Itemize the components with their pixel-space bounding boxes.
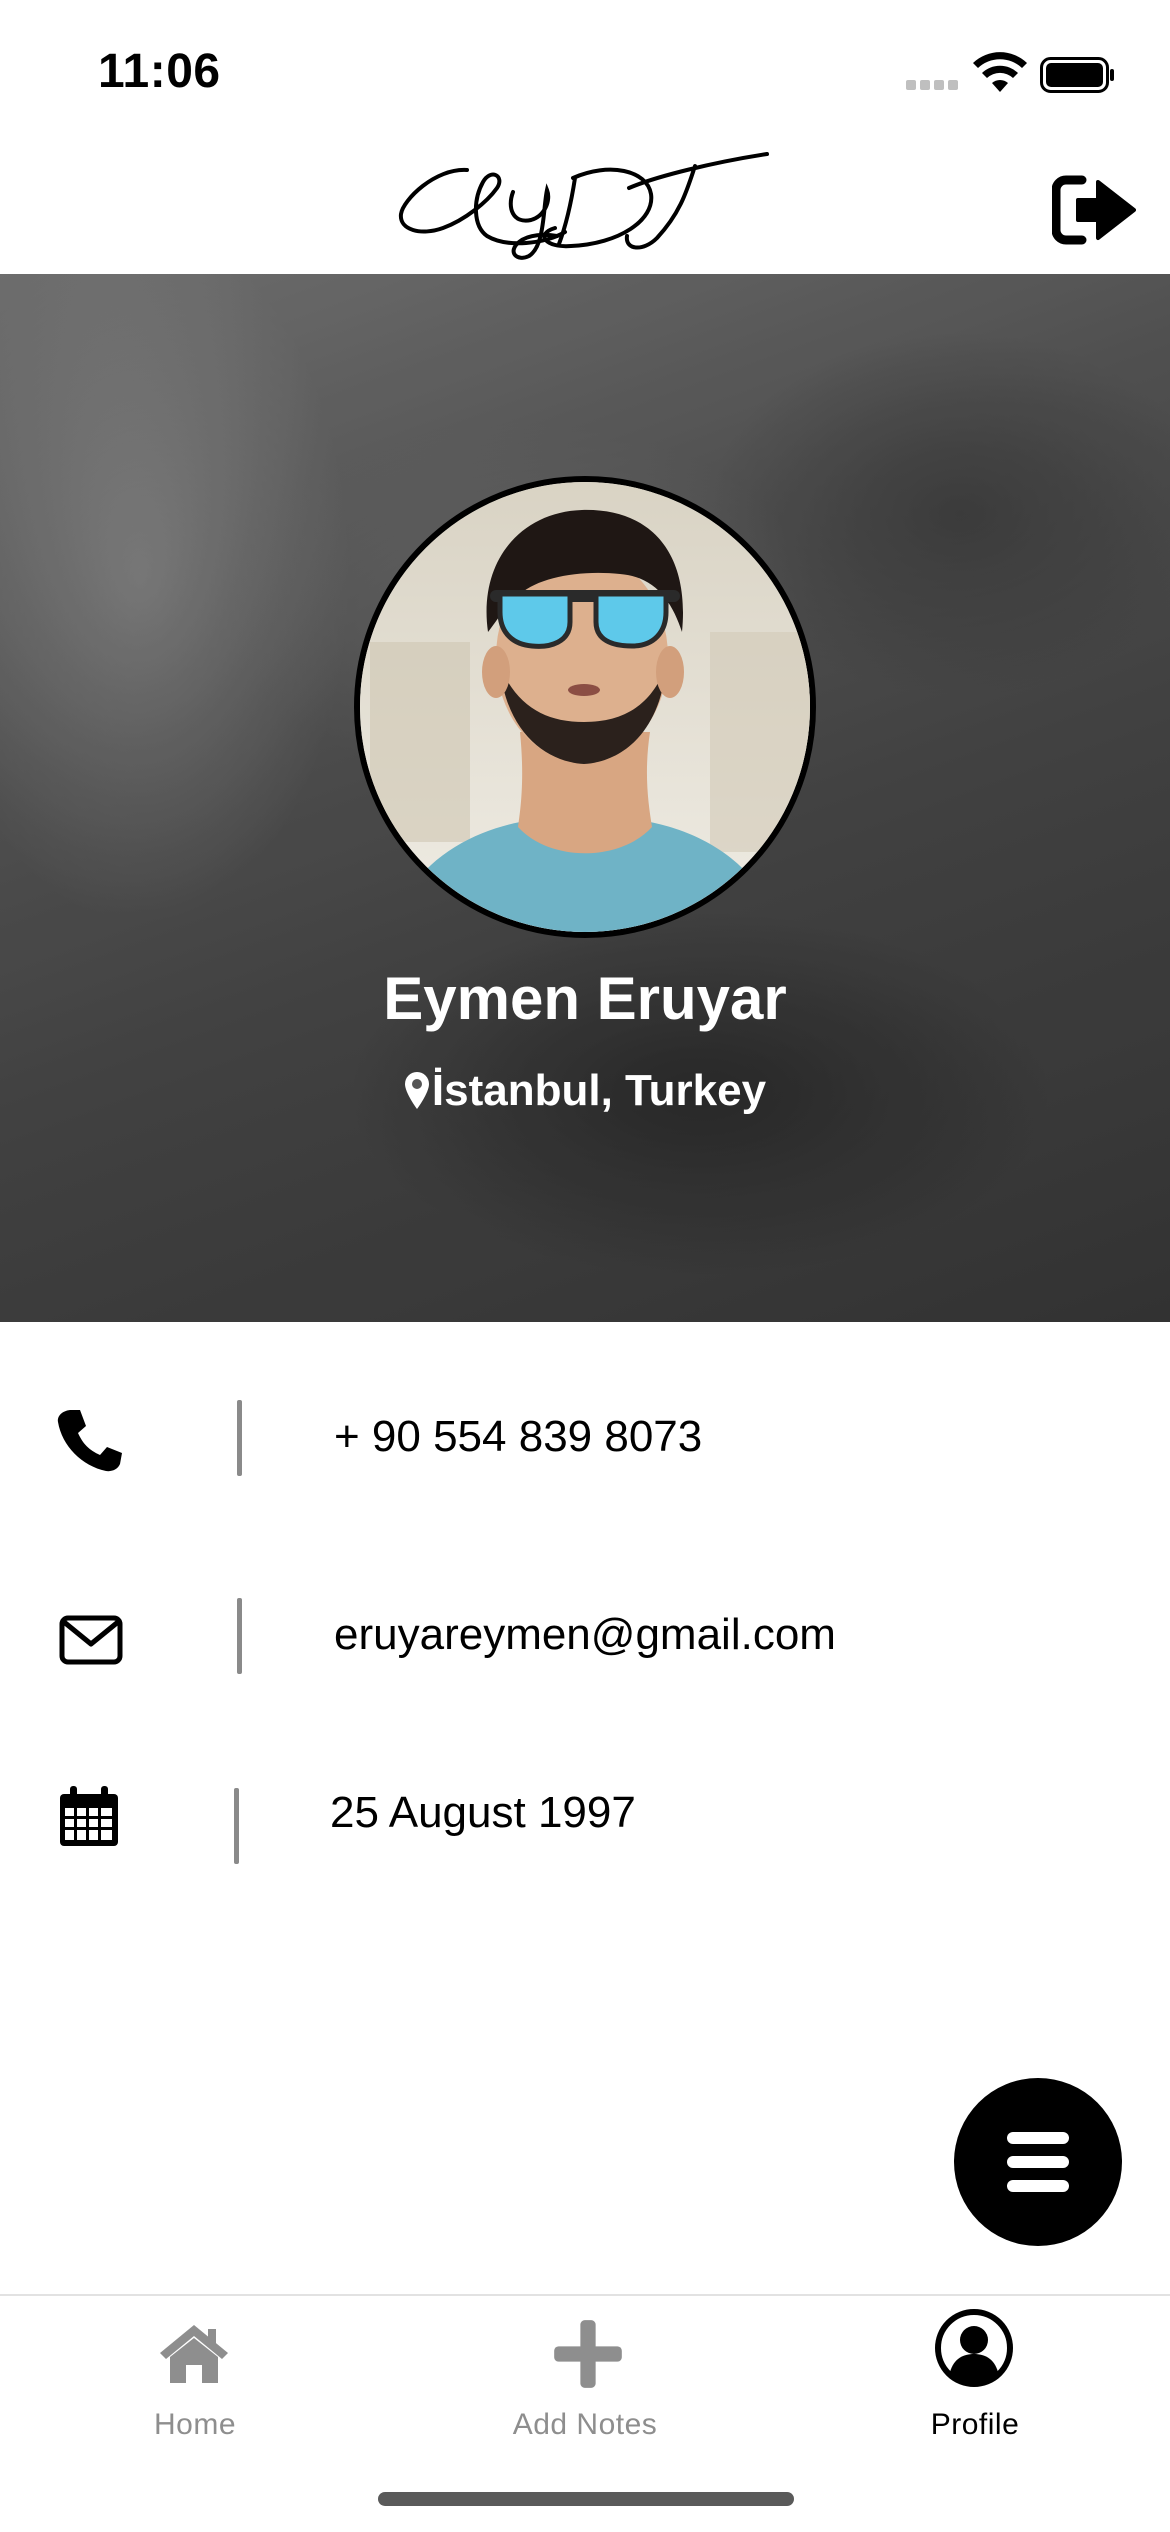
info-row-email: eruyareymen@gmail.com	[0, 1598, 1170, 1678]
status-time: 11:06	[98, 45, 221, 98]
sign-out-icon[interactable]	[1052, 174, 1136, 246]
email-address[interactable]: eruyareymen@gmail.com	[334, 1610, 836, 1660]
divider	[237, 1400, 242, 1476]
plus-icon	[554, 2320, 622, 2388]
app-header	[0, 140, 1170, 274]
tab-add-notes[interactable]: Add Notes	[390, 2296, 780, 2466]
cellular-signal-icon	[906, 80, 960, 94]
home-indicator	[378, 2492, 794, 2506]
home-icon	[160, 2325, 228, 2383]
calendar-icon	[60, 1786, 118, 1846]
info-row-birthday: 25 August 1997	[0, 1780, 1170, 1864]
tab-home-label: Home	[153, 2408, 237, 2441]
wifi-icon	[973, 52, 1027, 92]
menu-fab-button[interactable]	[954, 2078, 1122, 2246]
tab-profile-label: Profile	[930, 2408, 1020, 2441]
user-circle-icon	[935, 2309, 1013, 2387]
phone-icon	[57, 1410, 122, 1472]
divider	[237, 1598, 242, 1674]
phone-number[interactable]: + 90 554 839 8073	[334, 1412, 702, 1462]
avatar[interactable]	[354, 476, 816, 938]
profile-hero: Eymen Eruyar İstanbul, Turkey	[0, 274, 1170, 1322]
map-pin-icon	[404, 1072, 429, 1109]
battery-icon	[1040, 57, 1114, 93]
profile-name: Eymen Eruyar	[383, 965, 787, 1032]
tab-add-notes-label: Add Notes	[512, 2408, 658, 2441]
status-bar: 11:06	[0, 0, 1170, 140]
tab-home[interactable]: Home	[0, 2296, 390, 2466]
profile-location: İstanbul, Turkey	[0, 1066, 1170, 1122]
divider	[234, 1788, 239, 1864]
signature-logo	[398, 152, 769, 260]
birth-date: 25 August 1997	[330, 1788, 636, 1837]
envelope-icon	[59, 1615, 123, 1665]
info-row-phone: + 90 554 839 8073	[0, 1398, 1170, 1478]
location-text: İstanbul, Turkey	[431, 1066, 767, 1115]
avatar-photo	[360, 482, 810, 932]
tab-profile[interactable]: Profile	[780, 2296, 1170, 2466]
